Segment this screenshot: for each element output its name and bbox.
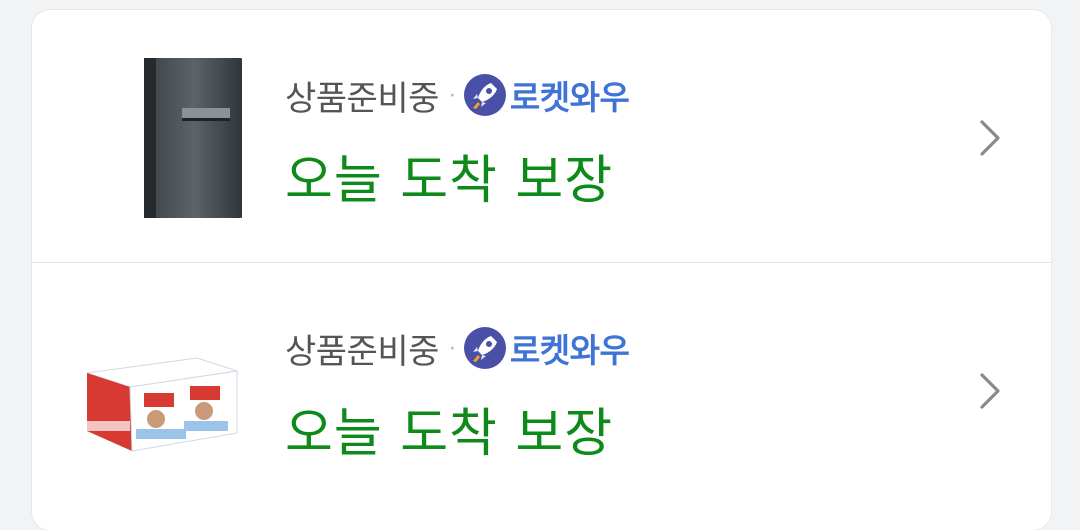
rocket-icon [463,327,506,369]
order-status: 상품준비중 [285,78,439,119]
rocket-icon [463,74,506,116]
order-status-line: 상품준비중 · 로켓와우 [285,72,630,119]
rocket-wow-label: 로켓와우 [509,331,630,370]
rocket-wow-label: 로켓와우 [509,78,630,117]
delivery-guarantee: 오늘 도착 보장 [285,404,614,464]
chevron-right-icon[interactable] [974,369,1004,413]
order-list-card: 상품준비중 · 로켓와우 오늘 도착 보장 상품준비중 · 로켓와우 오늘 도착… [32,10,1051,530]
separator-dot: · [448,336,456,362]
product-image [86,357,238,452]
product-image [144,58,242,218]
order-item[interactable]: 상품준비중 · 로켓와우 오늘 도착 보장 [32,263,1051,515]
chevron-right-icon[interactable] [974,116,1004,160]
order-item[interactable]: 상품준비중 · 로켓와우 오늘 도착 보장 [32,10,1051,262]
delivery-guarantee: 오늘 도착 보장 [285,151,614,211]
order-status: 상품준비중 [285,331,439,372]
order-status-line: 상품준비중 · 로켓와우 [285,325,630,372]
separator-dot: · [448,83,456,109]
